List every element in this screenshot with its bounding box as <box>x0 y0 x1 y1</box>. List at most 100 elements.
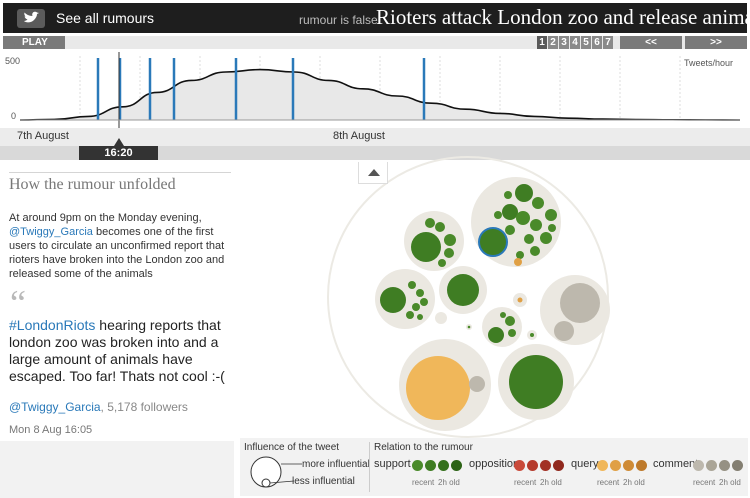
bubble-2i[interactable] <box>505 225 515 235</box>
support-dot-1 <box>412 460 423 471</box>
legend: Influence of the tweet more influential … <box>240 438 748 496</box>
bubble-small-3a[interactable] <box>467 325 471 329</box>
collapse-panel-button[interactable] <box>358 162 388 184</box>
current-time-handle[interactable]: 16:20 <box>79 146 158 160</box>
comment-old: 2h old <box>719 478 741 487</box>
legend-influence-title: Influence of the tweet <box>244 442 340 453</box>
bubble-2e[interactable] <box>545 209 557 221</box>
bubble-1a[interactable] <box>411 232 441 262</box>
bubble-2b[interactable] <box>502 204 518 220</box>
chevron-up-icon <box>368 169 380 176</box>
bubble-1d[interactable] <box>444 234 456 246</box>
support-dot-3 <box>438 460 449 471</box>
day-label-7th: 7th August <box>17 130 69 142</box>
support-recent: recent <box>412 478 435 487</box>
legend-query-label: query <box>571 458 599 470</box>
rumour-view: { "header": { "see_all": "See all rumour… <box>0 0 750 498</box>
quote-icon: “ <box>10 283 26 323</box>
bubble-2g[interactable] <box>540 232 552 244</box>
bubble-2j[interactable] <box>530 246 540 256</box>
legend-more-influential: more influential <box>302 459 370 470</box>
bubble-7a[interactable] <box>406 356 470 420</box>
next-button[interactable]: >> <box>685 36 747 49</box>
query-dot-1 <box>597 460 608 471</box>
bubble-1f[interactable] <box>438 259 446 267</box>
opposition-dot-1 <box>514 460 525 471</box>
desc-intro: At around 9pm on the Monday evening, <box>9 212 202 224</box>
bubble-6a[interactable] <box>560 283 600 323</box>
section-title: How the rumour unfolded <box>9 176 176 193</box>
opposition-old: 2h old <box>540 478 562 487</box>
opposition-recent: recent <box>514 478 537 487</box>
bubble-2o[interactable] <box>548 224 556 232</box>
tweets-timeline-chart[interactable]: 500 0 Tweets/hour <box>0 52 750 128</box>
page-button-4[interactable]: 4 <box>570 36 580 49</box>
tweet-date: Mon 8 Aug 16:05 <box>9 424 93 436</box>
bubble-5d[interactable] <box>500 312 506 318</box>
bubble-2n[interactable] <box>514 258 522 266</box>
bubble-5b[interactable] <box>505 316 515 326</box>
page-button-7[interactable]: 7 <box>603 36 613 49</box>
page-button-1[interactable]: 1 <box>537 36 547 49</box>
control-bar: PLAY 1 2 3 4 5 6 7 << >> <box>3 36 747 49</box>
bubble-3f[interactable] <box>406 311 414 319</box>
query-dot-2 <box>610 460 621 471</box>
bubble-2c[interactable] <box>516 211 530 225</box>
bubble-5a[interactable] <box>488 327 504 343</box>
comment-recent: recent <box>693 478 716 487</box>
support-dot-2 <box>425 460 436 471</box>
bubble-6b[interactable] <box>554 321 574 341</box>
bubble-1b[interactable] <box>435 222 445 232</box>
day-label-8th: 8th August <box>333 130 385 142</box>
page-button-2[interactable]: 2 <box>548 36 558 49</box>
previous-button[interactable]: << <box>620 36 682 49</box>
bubble-2l[interactable] <box>494 211 502 219</box>
bubble-2d[interactable] <box>532 197 544 209</box>
bubble-2m[interactable] <box>504 191 512 199</box>
tweet-text: #LondonRiots hearing reports that london… <box>9 317 239 385</box>
legend-less-influential: less influential <box>292 476 355 487</box>
page-button-6[interactable]: 6 <box>592 36 602 49</box>
author-user-link[interactable]: @Twiggy_Garcia <box>9 400 101 414</box>
y-max-label: 500 <box>5 56 20 66</box>
bubble-small-4a[interactable] <box>530 333 534 337</box>
query-recent: recent <box>597 478 620 487</box>
hashtag-link[interactable]: #LondonRiots <box>9 317 95 333</box>
scrubber-pointer-icon[interactable] <box>114 138 124 146</box>
page-button-5[interactable]: 5 <box>581 36 591 49</box>
bubble-2k[interactable] <box>516 251 524 259</box>
bubble-2-selected[interactable] <box>478 227 508 257</box>
see-all-rumours-link[interactable]: See all rumours <box>56 10 154 26</box>
legend-divider <box>369 442 370 492</box>
bubble-7b[interactable] <box>469 376 485 392</box>
bubble-1c[interactable] <box>425 218 435 228</box>
query-dot-3 <box>623 460 634 471</box>
left-footer <box>0 441 234 498</box>
query-dot-4 <box>636 460 647 471</box>
bubble-3c[interactable] <box>416 289 424 297</box>
section-divider <box>9 172 231 173</box>
legend-opposition-label: opposition <box>469 458 520 470</box>
bubble-3g[interactable] <box>417 314 423 320</box>
bubble-3a[interactable] <box>380 287 406 313</box>
bubble-3e[interactable] <box>412 303 420 311</box>
comment-dot-2 <box>706 460 717 471</box>
bubble-small-1[interactable] <box>435 312 447 324</box>
bubble-2f[interactable] <box>530 219 542 231</box>
bubble-4a[interactable] <box>447 274 479 306</box>
bubble-5c[interactable] <box>508 329 516 337</box>
desc-user-link[interactable]: @Twiggy_Garcia <box>9 226 93 238</box>
bubble-2h[interactable] <box>524 234 534 244</box>
bubble-3b[interactable] <box>408 281 416 289</box>
bubble-1e[interactable] <box>444 248 454 258</box>
bubble-3d[interactable] <box>420 298 428 306</box>
author-followers: , 5,178 followers <box>100 400 188 414</box>
opposition-dot-2 <box>527 460 538 471</box>
bubble-8a[interactable] <box>509 355 563 409</box>
page-button-3[interactable]: 3 <box>559 36 569 49</box>
bird-logo-icon[interactable] <box>17 9 45 28</box>
play-button[interactable]: PLAY <box>3 36 65 49</box>
bubble-2a[interactable] <box>515 184 533 202</box>
tweet-bubble-cluster[interactable] <box>320 155 620 440</box>
bubble-small-2a[interactable] <box>517 297 523 303</box>
